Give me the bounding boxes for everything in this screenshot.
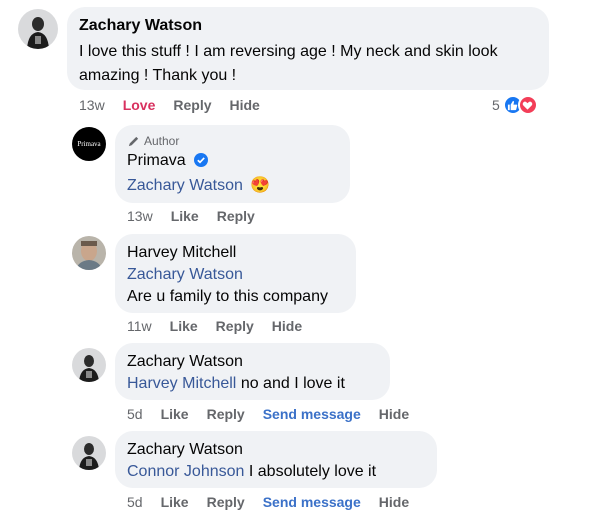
hide-button[interactable]: Hide — [272, 318, 302, 334]
comment-author[interactable]: Zachary Watson — [79, 15, 537, 37]
love-icon — [517, 95, 538, 115]
like-button[interactable]: Like — [161, 494, 189, 510]
avatar-harvey-mitchell[interactable] — [72, 236, 106, 270]
reply-body: Are u family to this company — [127, 288, 328, 305]
hide-button[interactable]: Hide — [230, 97, 260, 113]
like-button[interactable]: Like — [171, 208, 199, 224]
like-button[interactable]: Like — [161, 406, 189, 422]
reply-button[interactable]: Reply — [173, 97, 211, 113]
avatar-logo-text: Primava — [77, 140, 101, 148]
avatar-primava[interactable]: Primava — [72, 127, 106, 161]
pen-icon — [128, 136, 139, 146]
reply-bubble: Author Primava Zachary Watson 😍 — [115, 125, 350, 203]
reply-author[interactable]: Zachary Watson — [127, 439, 425, 461]
hide-button[interactable]: Hide — [379, 406, 409, 422]
like-button[interactable]: Like — [170, 318, 198, 334]
send-message-button[interactable]: Send message — [263, 494, 361, 510]
reply-body: no and I love it — [240, 375, 345, 392]
comment-actions: 13w Love Reply Hide — [79, 97, 278, 113]
reply-button[interactable]: Reply — [216, 318, 254, 334]
hide-button[interactable]: Hide — [379, 494, 409, 510]
verified-badge-icon — [194, 153, 209, 167]
reply-bubble: Zachary Watson Connor Johnson I absolute… — [115, 431, 437, 488]
reply-author[interactable]: Zachary Watson — [127, 351, 378, 373]
mention-link[interactable]: Connor Johnson — [127, 463, 244, 480]
reply-author-name[interactable]: Primava — [127, 152, 186, 169]
reply-text: Connor Johnson I absolutely love it — [127, 461, 425, 483]
reply-author[interactable]: Primava — [127, 150, 338, 172]
reply-time[interactable]: 11w — [127, 318, 152, 334]
love-button[interactable]: Love — [123, 97, 156, 113]
reply-text: Harvey Mitchell no and I love it — [127, 373, 378, 395]
reply-actions: 11w Like Reply Hide — [127, 318, 320, 334]
reply-time[interactable]: 5d — [127, 494, 143, 510]
reply-time[interactable]: 5d — [127, 406, 143, 422]
reply-actions: 5d Like Reply Send message Hide — [127, 494, 427, 510]
comment-text: I love this stuff ! I am reversing age !… — [79, 43, 498, 84]
send-message-button[interactable]: Send message — [263, 406, 361, 422]
author-badge: Author — [127, 132, 338, 150]
reply-text: Zachary Watson Are u family to this comp… — [127, 264, 344, 308]
heart-eyes-emoji: 😍 — [250, 177, 271, 194]
comment-bubble: Zachary Watson I love this stuff ! I am … — [67, 7, 549, 90]
reply-author[interactable]: Harvey Mitchell — [127, 242, 344, 264]
reply-button[interactable]: Reply — [207, 494, 245, 510]
reply-bubble: Harvey Mitchell Zachary Watson Are u fam… — [115, 234, 356, 313]
comment-time[interactable]: 13w — [79, 97, 105, 113]
mention-link[interactable]: Harvey Mitchell — [127, 375, 236, 392]
avatar-zachary-watson[interactable] — [18, 9, 58, 49]
mention-link[interactable]: Zachary Watson — [127, 264, 344, 286]
avatar-zachary-watson[interactable] — [72, 436, 106, 470]
avatar-zachary-watson[interactable] — [72, 348, 106, 382]
reply-bubble: Zachary Watson Harvey Mitchell no and I … — [115, 343, 390, 400]
author-badge-label: Author — [144, 134, 180, 148]
reply-body: I absolutely love it — [248, 463, 377, 480]
reply-text: Zachary Watson 😍 — [127, 174, 338, 198]
reply-actions: 13w Like Reply — [127, 208, 273, 224]
reply-button[interactable]: Reply — [217, 208, 255, 224]
reply-time[interactable]: 13w — [127, 208, 153, 224]
reply-actions: 5d Like Reply Send message Hide — [127, 406, 427, 422]
reaction-summary[interactable]: 5 — [492, 95, 538, 115]
reply-button[interactable]: Reply — [207, 406, 245, 422]
reaction-count: 5 — [492, 97, 500, 113]
mention-link[interactable]: Zachary Watson — [127, 177, 243, 194]
